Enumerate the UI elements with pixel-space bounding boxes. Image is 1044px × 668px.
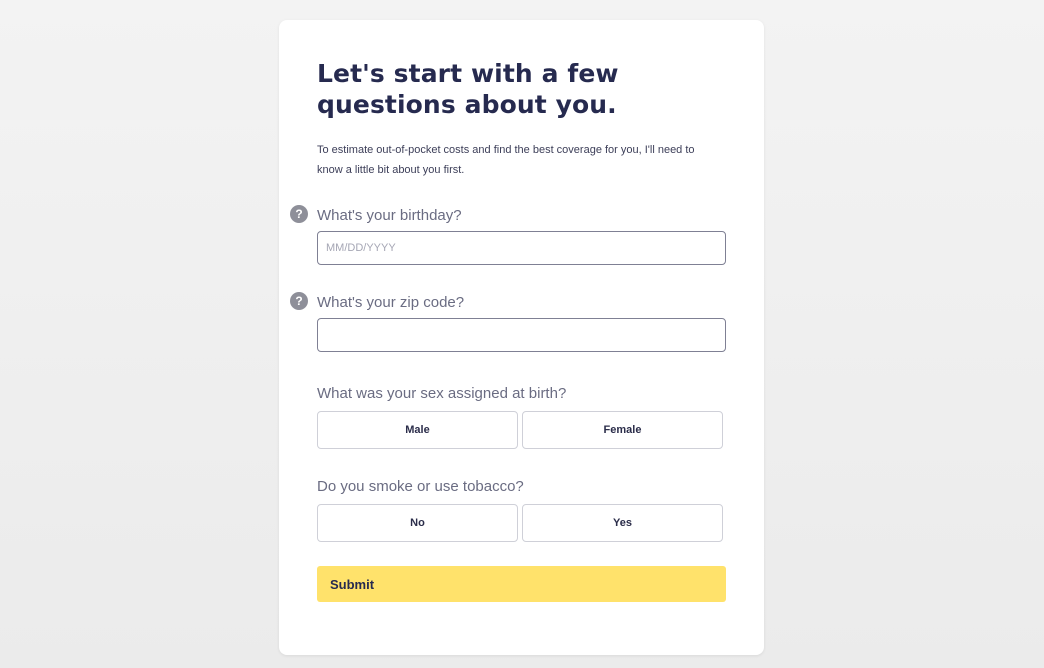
submit-button[interactable]: Submit [317,566,726,602]
zip-field: ? What's your zip code? [290,291,726,352]
sex-question: What was your sex assigned at birth? [317,384,567,402]
page-title: Let's start with a few questions about y… [317,59,619,119]
zip-input[interactable] [317,318,726,352]
sex-option-male[interactable]: Male [317,411,518,449]
tobacco-option-no[interactable]: No [317,504,518,542]
tobacco-field: Do you smoke or use tobacco? No Yes [317,475,726,542]
tobacco-question: Do you smoke or use tobacco? [317,477,524,495]
zip-question: What's your zip code? [317,293,465,311]
birthday-question: What's your birthday? [317,206,462,224]
birthday-field: ? What's your birthday? [290,204,726,265]
help-icon[interactable]: ? [290,292,308,310]
intro-text: To estimate out-of-pocket costs and find… [317,144,695,176]
questions-card: Let's start with a few questions about y… [279,20,764,655]
sex-option-female[interactable]: Female [522,411,723,449]
zip-question-row: ? What's your zip code? [290,291,726,313]
sex-field: What was your sex assigned at birth? Mal… [317,382,726,449]
tobacco-options: No Yes [317,504,726,542]
sex-options: Male Female [317,411,726,449]
tobacco-question-row: Do you smoke or use tobacco? [317,475,726,497]
tobacco-option-yes[interactable]: Yes [522,504,723,542]
sex-question-row: What was your sex assigned at birth? [317,382,726,404]
help-icon[interactable]: ? [290,205,308,223]
birthday-input[interactable] [317,231,726,265]
birthday-question-row: ? What's your birthday? [290,204,726,226]
